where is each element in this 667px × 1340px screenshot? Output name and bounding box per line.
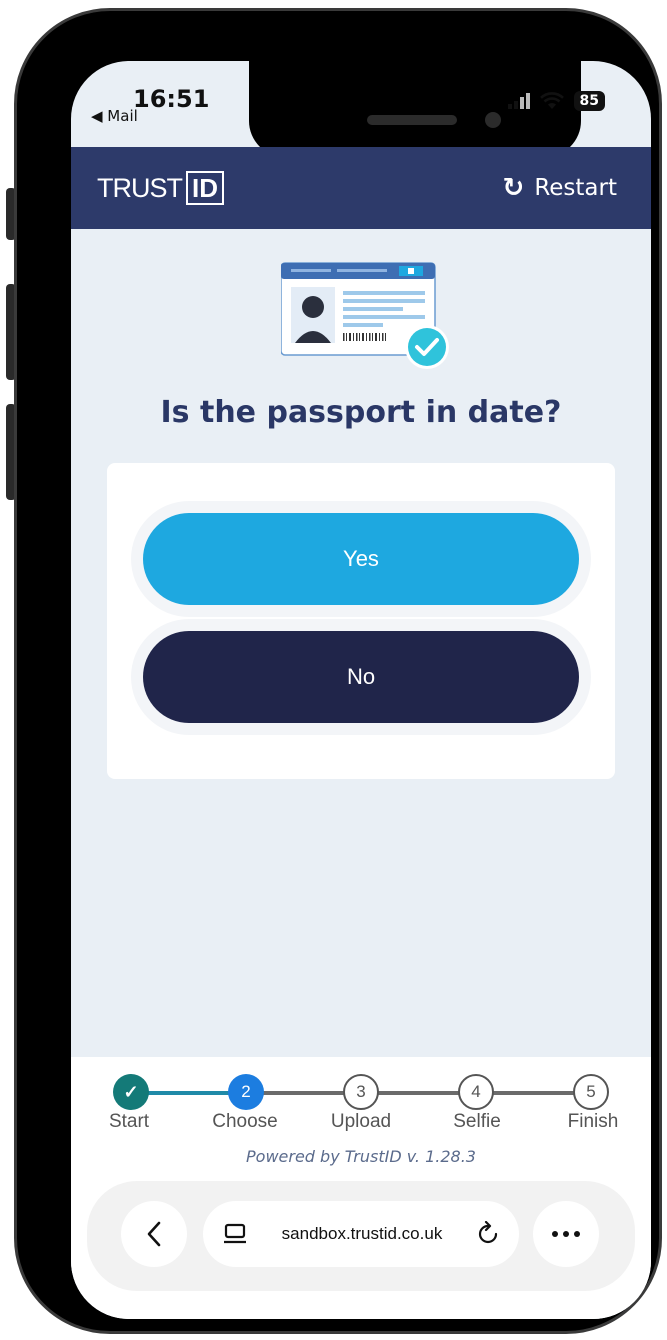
- logo-id-box: ID: [186, 171, 224, 205]
- yes-button[interactable]: Yes: [143, 513, 579, 605]
- chevron-left-icon: [147, 1221, 161, 1247]
- phone-screen: 16:51 ◀ Mail 85 TRUST ID ↻ Restart Is th…: [71, 61, 651, 1319]
- no-button[interactable]: No: [143, 631, 579, 723]
- more-icon: [552, 1231, 580, 1237]
- trustid-logo: TRUST ID: [97, 171, 224, 205]
- step-start-icon: ✓: [113, 1074, 149, 1110]
- speaker: [367, 115, 457, 125]
- progress-footer: ✓ 2 3 4 5 Start Choose Upload Selfie Fin…: [71, 1057, 651, 1319]
- powered-by: Powered by TrustID v. 1.28.3: [246, 1147, 476, 1166]
- camera: [485, 112, 501, 128]
- step-selfie: 4: [458, 1074, 494, 1110]
- step-label-selfie: Selfie: [453, 1111, 501, 1132]
- step-label-finish: Finish: [567, 1111, 619, 1132]
- browser-back-button[interactable]: [121, 1201, 187, 1267]
- restart-icon: ↻: [502, 173, 525, 203]
- step-upload: 3: [343, 1074, 379, 1110]
- status-icons: 85: [507, 91, 605, 111]
- app-header: TRUST ID ↻ Restart: [71, 147, 651, 229]
- phone-frame: 16:51 ◀ Mail 85 TRUST ID ↻ Restart Is th…: [14, 8, 662, 1334]
- status-bar: 16:51 ◀ Mail 85: [71, 61, 651, 157]
- tab-overview-icon[interactable]: [223, 1223, 247, 1245]
- signal-icon: [507, 93, 530, 109]
- step-label-choose: Choose: [212, 1111, 278, 1132]
- restart-label: Restart: [534, 175, 617, 201]
- reload-icon[interactable]: [477, 1221, 501, 1247]
- step-finish: 5: [573, 1074, 609, 1110]
- page-question: Is the passport in date?: [160, 395, 562, 430]
- step-label-start: Start: [108, 1111, 150, 1132]
- browser-more-button[interactable]: [533, 1201, 599, 1267]
- status-time: 16:51: [133, 85, 210, 113]
- logo-text: TRUST: [97, 172, 183, 203]
- battery-icon: 85: [573, 91, 605, 111]
- step-label-upload: Upload: [330, 1111, 392, 1132]
- back-to-mail[interactable]: ◀ Mail: [91, 107, 138, 125]
- wifi-icon: [539, 92, 564, 109]
- id-card-check-icon: [281, 262, 449, 369]
- restart-button[interactable]: ↻ Restart: [503, 173, 617, 203]
- url-text[interactable]: sandbox.trustid.co.uk: [282, 1224, 443, 1244]
- answer-card: Yes No: [107, 463, 615, 779]
- address-bar[interactable]: sandbox.trustid.co.uk: [203, 1201, 519, 1267]
- step-choose: 2: [228, 1074, 264, 1110]
